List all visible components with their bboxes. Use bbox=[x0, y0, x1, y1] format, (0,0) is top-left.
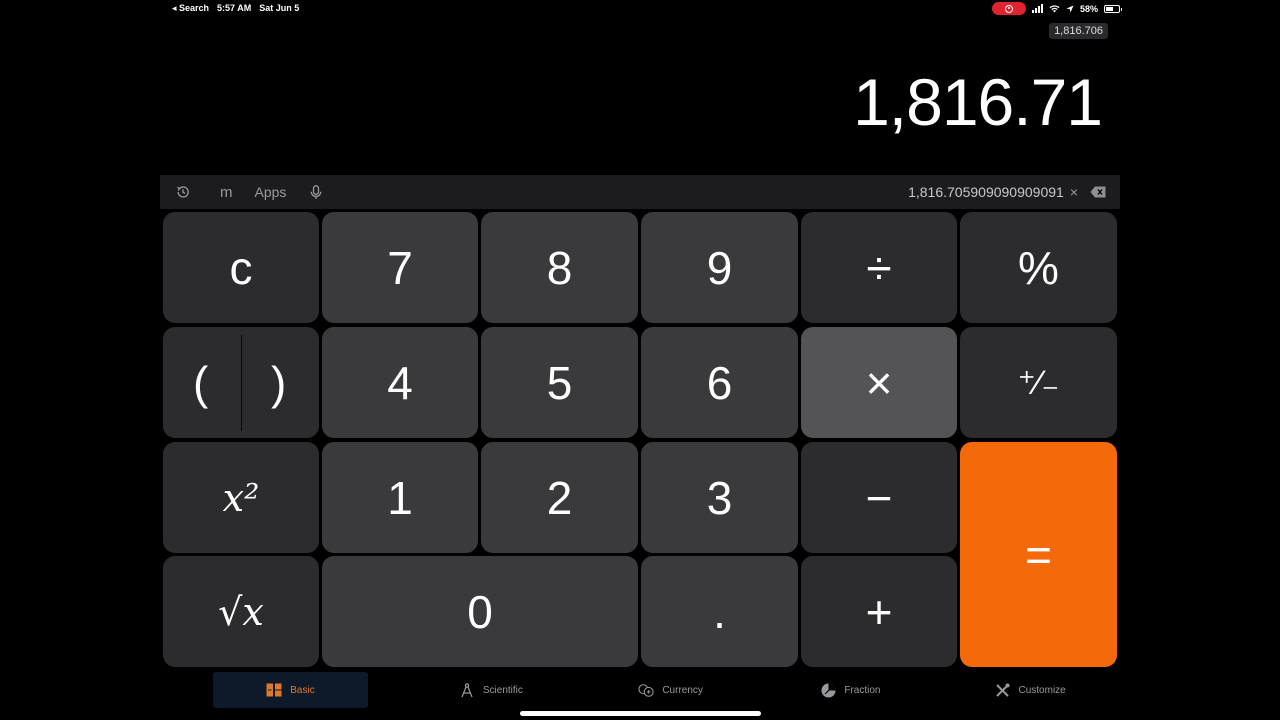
close-paren-label[interactable]: ) bbox=[271, 327, 286, 438]
tab-currency-label: Currency bbox=[662, 684, 703, 696]
key-0[interactable]: 0 bbox=[322, 556, 638, 667]
wifi-icon bbox=[1049, 5, 1060, 13]
tab-fraction-label: Fraction bbox=[844, 684, 881, 696]
open-paren-label[interactable]: ( bbox=[193, 327, 208, 438]
square-button[interactable]: x² bbox=[163, 442, 319, 553]
percent-label: % bbox=[1018, 241, 1059, 294]
expression-text: 1,816.705909090909091 bbox=[908, 184, 1064, 200]
key-1[interactable]: 1 bbox=[322, 442, 478, 553]
multiply-label: × bbox=[865, 356, 893, 409]
key-7-label: 7 bbox=[387, 241, 413, 294]
key-5[interactable]: 5 bbox=[481, 327, 638, 438]
divide-button[interactable]: ÷ bbox=[801, 212, 957, 323]
plus-minus-label: ⁺∕₋ bbox=[1017, 363, 1060, 402]
basic-grid-icon bbox=[266, 683, 282, 697]
key-5-label: 5 bbox=[546, 356, 573, 409]
memory-button[interactable]: m bbox=[220, 184, 233, 201]
decimal-button[interactable]: . bbox=[641, 556, 798, 667]
key-4[interactable]: 4 bbox=[322, 327, 478, 438]
square-label: x² bbox=[222, 475, 260, 520]
parentheses-button[interactable]: ( ) bbox=[163, 327, 319, 438]
home-indicator[interactable] bbox=[520, 711, 761, 716]
key-0-label: 0 bbox=[467, 585, 493, 638]
tab-customize[interactable]: Customize bbox=[940, 672, 1120, 708]
compass-icon bbox=[459, 682, 475, 697]
screen-recording-icon bbox=[992, 2, 1026, 15]
location-arrow-icon bbox=[1066, 5, 1074, 12]
key-7[interactable]: 7 bbox=[322, 212, 478, 323]
status-time: 5:57 AM bbox=[217, 3, 252, 13]
clear-label: c bbox=[229, 241, 253, 294]
multiply-button[interactable]: × bbox=[801, 327, 957, 438]
key-3[interactable]: 3 bbox=[641, 442, 798, 553]
expression-close-symbol: × bbox=[1069, 184, 1078, 200]
square-root-button[interactable]: √x bbox=[163, 556, 319, 667]
tools-icon bbox=[995, 683, 1011, 697]
square-root-label: √x bbox=[218, 589, 264, 634]
backspace-icon[interactable] bbox=[1090, 186, 1106, 198]
plus-minus-button[interactable]: ⁺∕₋ bbox=[960, 327, 1117, 438]
minus-label: − bbox=[865, 471, 893, 524]
equals-label: = bbox=[1025, 528, 1052, 581]
key-1-label: 1 bbox=[387, 471, 413, 524]
equals-button[interactable]: = bbox=[960, 442, 1117, 667]
tab-basic-label: Basic bbox=[290, 684, 315, 696]
clear-button[interactable]: c bbox=[163, 212, 319, 323]
status-date: Sat Jun 5 bbox=[259, 3, 300, 13]
memory-value-chip[interactable]: 1,816.706 bbox=[1049, 23, 1108, 39]
tab-scientific[interactable]: Scientific bbox=[401, 672, 581, 708]
key-6-label: 6 bbox=[706, 356, 733, 409]
decimal-label: . bbox=[713, 585, 726, 638]
tab-scientific-label: Scientific bbox=[482, 684, 523, 696]
key-2-label: 2 bbox=[546, 471, 573, 524]
tab-currency[interactable]: Currency bbox=[581, 672, 761, 708]
keypad: c 7 8 9 ÷ % ( ) 4 5 6 × ⁺∕₋ x² 1 2 3 − =… bbox=[163, 212, 1117, 667]
key-3-label: 3 bbox=[706, 471, 733, 524]
divide-label: ÷ bbox=[866, 241, 892, 294]
history-icon[interactable] bbox=[176, 185, 190, 199]
key-9-label: 9 bbox=[706, 241, 733, 294]
result-display: 1,816.71 bbox=[853, 65, 1103, 139]
tab-customize-label: Customize bbox=[1018, 684, 1066, 696]
percent-button[interactable]: % bbox=[960, 212, 1117, 323]
fraction-icon bbox=[820, 683, 836, 697]
cellular-signal-icon bbox=[1032, 4, 1043, 13]
paren-divider bbox=[241, 335, 242, 431]
apps-button[interactable]: Apps bbox=[255, 184, 287, 200]
back-to-search-link[interactable]: ◂ Search bbox=[172, 3, 209, 14]
key-2[interactable]: 2 bbox=[481, 442, 638, 553]
mode-tab-bar: Basic Scientific Currency Fraction Custo… bbox=[160, 672, 1120, 708]
status-bar-left: ◂ Search 5:57 AM Sat Jun 5 bbox=[172, 3, 299, 14]
tab-basic[interactable]: Basic bbox=[213, 672, 368, 708]
key-8[interactable]: 8 bbox=[481, 212, 638, 323]
key-8-label: 8 bbox=[546, 241, 573, 294]
key-6[interactable]: 6 bbox=[641, 327, 798, 438]
key-9[interactable]: 9 bbox=[641, 212, 798, 323]
key-4-label: 4 bbox=[387, 356, 413, 409]
status-bar-right: 58% bbox=[992, 2, 1123, 15]
plus-label: + bbox=[865, 585, 893, 638]
battery-icon bbox=[1104, 4, 1123, 13]
plus-button[interactable]: + bbox=[801, 556, 957, 667]
currency-exchange-icon bbox=[638, 683, 654, 697]
battery-percent: 58% bbox=[1080, 3, 1099, 14]
expression-bar: m Apps 1,816.705909090909091 × bbox=[160, 175, 1120, 209]
minus-button[interactable]: − bbox=[801, 442, 957, 553]
tab-fraction[interactable]: Fraction bbox=[761, 672, 941, 708]
microphone-icon[interactable] bbox=[310, 184, 322, 200]
